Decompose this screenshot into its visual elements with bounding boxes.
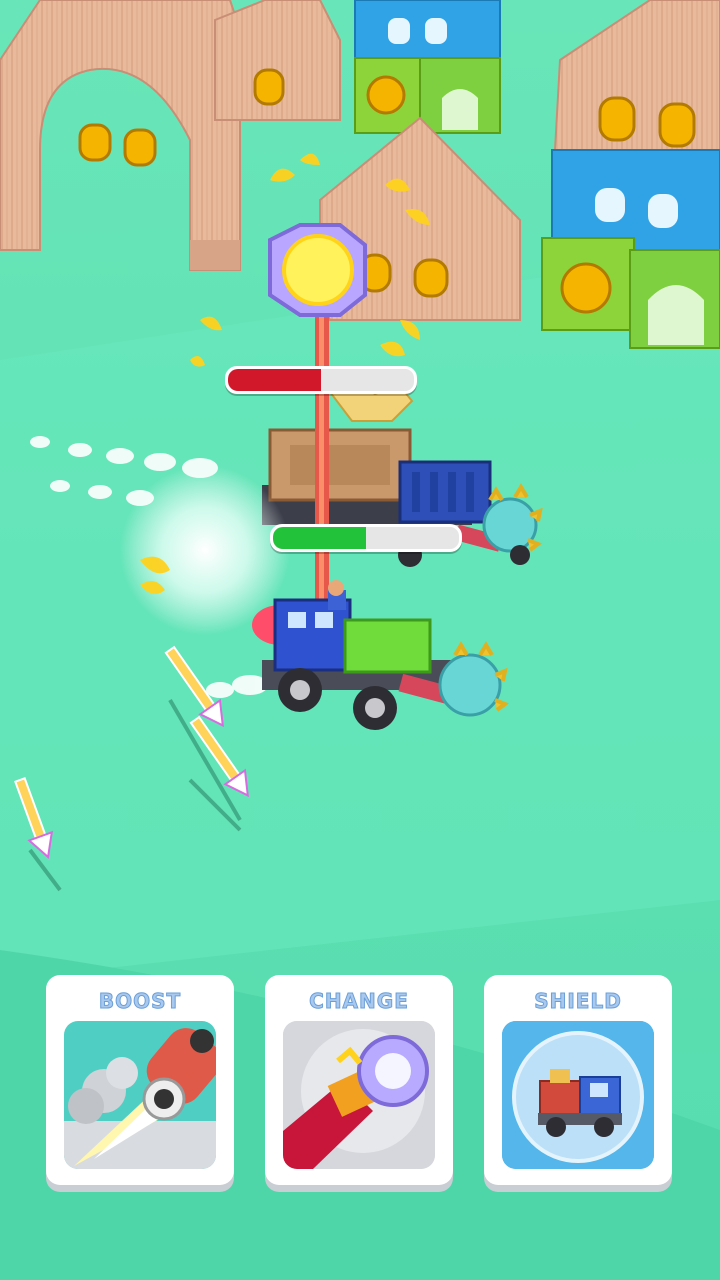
shield-ability-button[interactable]: SHIELD — [484, 975, 672, 1185]
rocket-boost-icon — [64, 1021, 216, 1169]
enemy-health-fill — [228, 369, 321, 391]
ability-label: SHIELD — [534, 989, 622, 1014]
player-health-bar — [270, 524, 462, 552]
block-house-top — [354, 0, 501, 134]
boost-ability-button[interactable]: BOOST — [46, 975, 234, 1185]
ability-label: CHANGE — [309, 989, 409, 1014]
bubble-shield-car-icon — [502, 1021, 654, 1169]
player-health-fill — [273, 527, 366, 549]
weapon-hammer-icon — [283, 1021, 435, 1169]
enemy-health-bar — [225, 366, 417, 394]
house-top-middle — [214, 0, 341, 121]
ability-label: BOOST — [98, 989, 182, 1014]
change-ability-button[interactable]: CHANGE — [265, 975, 453, 1185]
